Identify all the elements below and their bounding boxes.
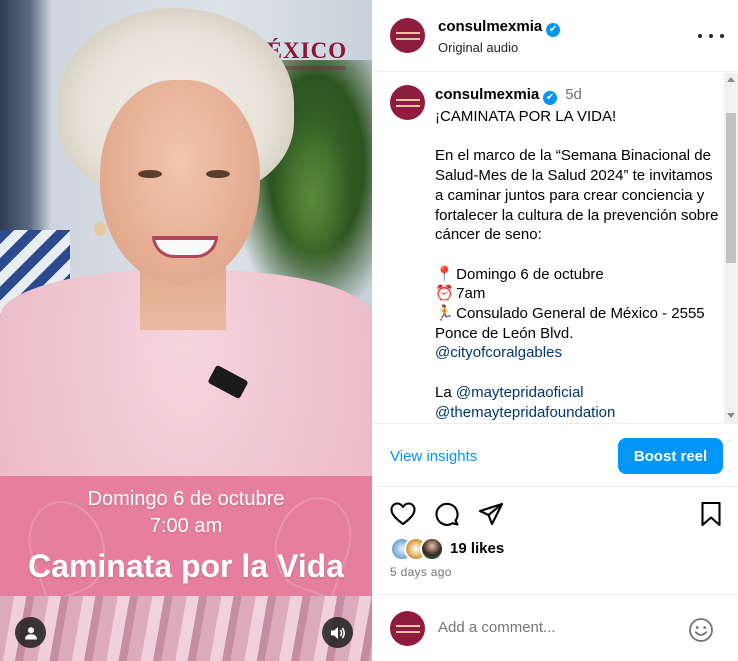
caption-date-line: 📍 Domingo 6 de octubre <box>435 265 720 285</box>
bookmark-icon <box>701 501 721 527</box>
comment-icon <box>435 502 459 526</box>
more-options-icon[interactable] <box>698 26 724 46</box>
caption-scrollbar[interactable] <box>724 73 738 423</box>
verified-badge-icon: ✔ <box>546 23 561 37</box>
overlay-time: 7:00 am <box>149 515 223 537</box>
caption-place-line: 🏃 Consulado General de México - 2555 Pon… <box>435 304 720 343</box>
mention-maytepridaoficial[interactable]: @maytepridaoficial <box>456 384 584 401</box>
comment-input[interactable] <box>438 619 678 636</box>
caption-username[interactable]: consulmexmia ✔ 5d <box>435 86 582 105</box>
caption-time-line: ⏰ 7am <box>435 284 720 304</box>
view-insights-link[interactable]: View insights <box>390 448 477 465</box>
comment-button[interactable] <box>432 499 462 529</box>
caption-area: consulmexmia ✔ 5d ¡CAMINATA POR LA VIDA! E… <box>372 73 724 423</box>
header-username-text[interactable]: consulmexmia <box>438 18 542 35</box>
comment-row <box>372 594 738 661</box>
avatar[interactable] <box>390 611 425 646</box>
floral-pattern <box>0 596 372 661</box>
likes-count[interactable]: 19 likes <box>450 540 504 557</box>
mention-themaytepridafoundation[interactable]: @themaytepridafoundation <box>435 404 615 421</box>
caption-time: 7am <box>456 285 486 303</box>
caption-paragraph: En el marco de la “Semana Binacional de … <box>435 147 719 244</box>
speaker-icon <box>330 626 345 639</box>
scroll-down-arrow-icon[interactable] <box>727 413 735 418</box>
post-header: consulmexmia ✔ Original audio <box>372 0 738 72</box>
person-right-eye <box>206 170 230 178</box>
mention-cityofcoralgables[interactable]: @cityofcoralgables <box>435 344 562 361</box>
post-panel: consulmexmia ✔ Original audio consulmexmi… <box>372 0 738 661</box>
overlay-title: Caminata por la Vida <box>28 548 344 584</box>
avatar[interactable] <box>390 18 425 53</box>
scroll-up-arrow-icon[interactable] <box>727 77 735 82</box>
avatar[interactable] <box>390 85 425 120</box>
caption-la: La <box>435 383 452 401</box>
smiley-icon[interactable] <box>688 617 714 643</box>
scroll-thumb[interactable] <box>726 113 736 263</box>
caption-timestamp[interactable]: 5d <box>565 86 582 103</box>
boost-reel-button[interactable]: Boost reel <box>618 438 723 474</box>
action-bar <box>372 497 738 533</box>
consulado-logo-mark <box>395 98 420 107</box>
person-left-eye <box>138 170 162 178</box>
person-earring <box>94 222 106 236</box>
caption-date: Domingo 6 de octubre <box>456 265 604 283</box>
consulado-logo-mark <box>395 31 420 40</box>
overlay-date: Domingo 6 de octubre <box>87 488 285 510</box>
post-age[interactable]: 5 days ago <box>390 565 452 579</box>
alarm-clock-icon: ⏰ <box>435 285 454 303</box>
save-button[interactable] <box>696 499 726 529</box>
liker-avatar[interactable] <box>420 537 444 561</box>
consulado-logo-mark <box>395 624 420 633</box>
like-button[interactable] <box>388 499 418 529</box>
caption-title: ¡CAMINATA POR LA VIDA! <box>435 108 617 125</box>
user-icon <box>24 626 37 639</box>
audio-label[interactable]: Original audio <box>438 40 518 55</box>
heart-icon <box>390 502 416 526</box>
verified-badge-icon: ✔ <box>543 91 558 105</box>
tagged-users-button[interactable] <box>15 617 46 648</box>
pin-icon: 📍 <box>435 265 454 283</box>
runner-icon: 🏃 <box>435 305 454 322</box>
caption-username-text[interactable]: consulmexmia <box>435 86 539 103</box>
share-icon <box>478 502 504 526</box>
insights-row: View insights Boost reel <box>372 423 738 487</box>
caption-place: Consulado General de México - 2555 Ponce… <box>435 305 705 342</box>
sound-toggle-button[interactable] <box>322 617 353 648</box>
caption-text: ¡CAMINATA POR LA VIDA! En el marco de la… <box>435 107 720 422</box>
share-button[interactable] <box>476 499 506 529</box>
header-username[interactable]: consulmexmia ✔ <box>438 18 561 37</box>
reel-video[interactable]: MÉXICO Domingo 6 de octubre 7:00 am Cami… <box>0 0 372 661</box>
